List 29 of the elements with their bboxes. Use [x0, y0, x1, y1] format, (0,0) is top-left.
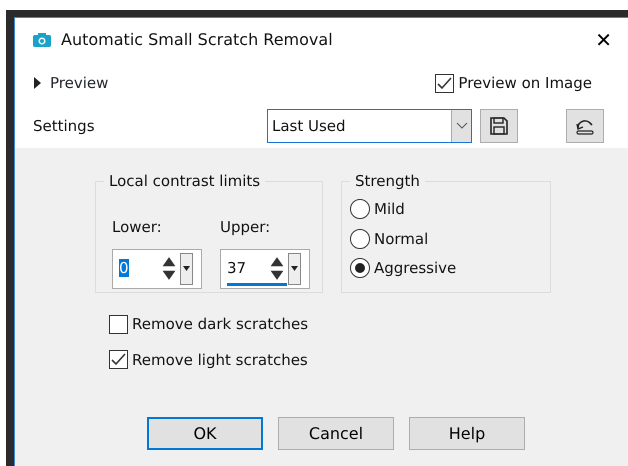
radio-button[interactable] [350, 228, 370, 249]
radio-label: Aggressive [374, 258, 456, 279]
checkbox[interactable] [109, 314, 128, 334]
caret-icon [33, 77, 42, 89]
settings-dropdown[interactable]: Last Used [267, 109, 472, 143]
field-label: Upper: [220, 217, 272, 238]
settings-label: Settings [33, 116, 96, 137]
checkbox[interactable] [109, 350, 128, 370]
dialog-button[interactable]: Help [409, 417, 525, 450]
radio-label: Mild [374, 199, 405, 220]
preview-on-image-checkbox[interactable] [435, 74, 454, 92]
dialog-button[interactable]: OK [147, 417, 263, 450]
save-button[interactable] [480, 109, 518, 143]
radio-label: Normal [374, 228, 428, 250]
spin-field[interactable]: 0 [112, 248, 202, 288]
radio-button[interactable] [350, 199, 370, 220]
close-button[interactable]: ✕ [591, 30, 616, 50]
dialog-button[interactable]: Cancel [278, 417, 394, 450]
camera-icon [33, 33, 51, 47]
preview-toggle[interactable]: Preview [33, 72, 108, 94]
radio-button[interactable] [350, 258, 370, 278]
checkbox-label: Remove dark scratches [132, 314, 308, 335]
window-title: Automatic Small Scratch Removal [61, 29, 333, 51]
checkbox-label: Remove light scratches [132, 350, 308, 370]
field-label: Lower: [112, 217, 163, 238]
checkbox-label: Preview on Image [458, 72, 592, 94]
chevron-icon [456, 122, 468, 130]
spin-field[interactable]: 37 [220, 248, 310, 288]
reset-button[interactable] [566, 109, 604, 143]
